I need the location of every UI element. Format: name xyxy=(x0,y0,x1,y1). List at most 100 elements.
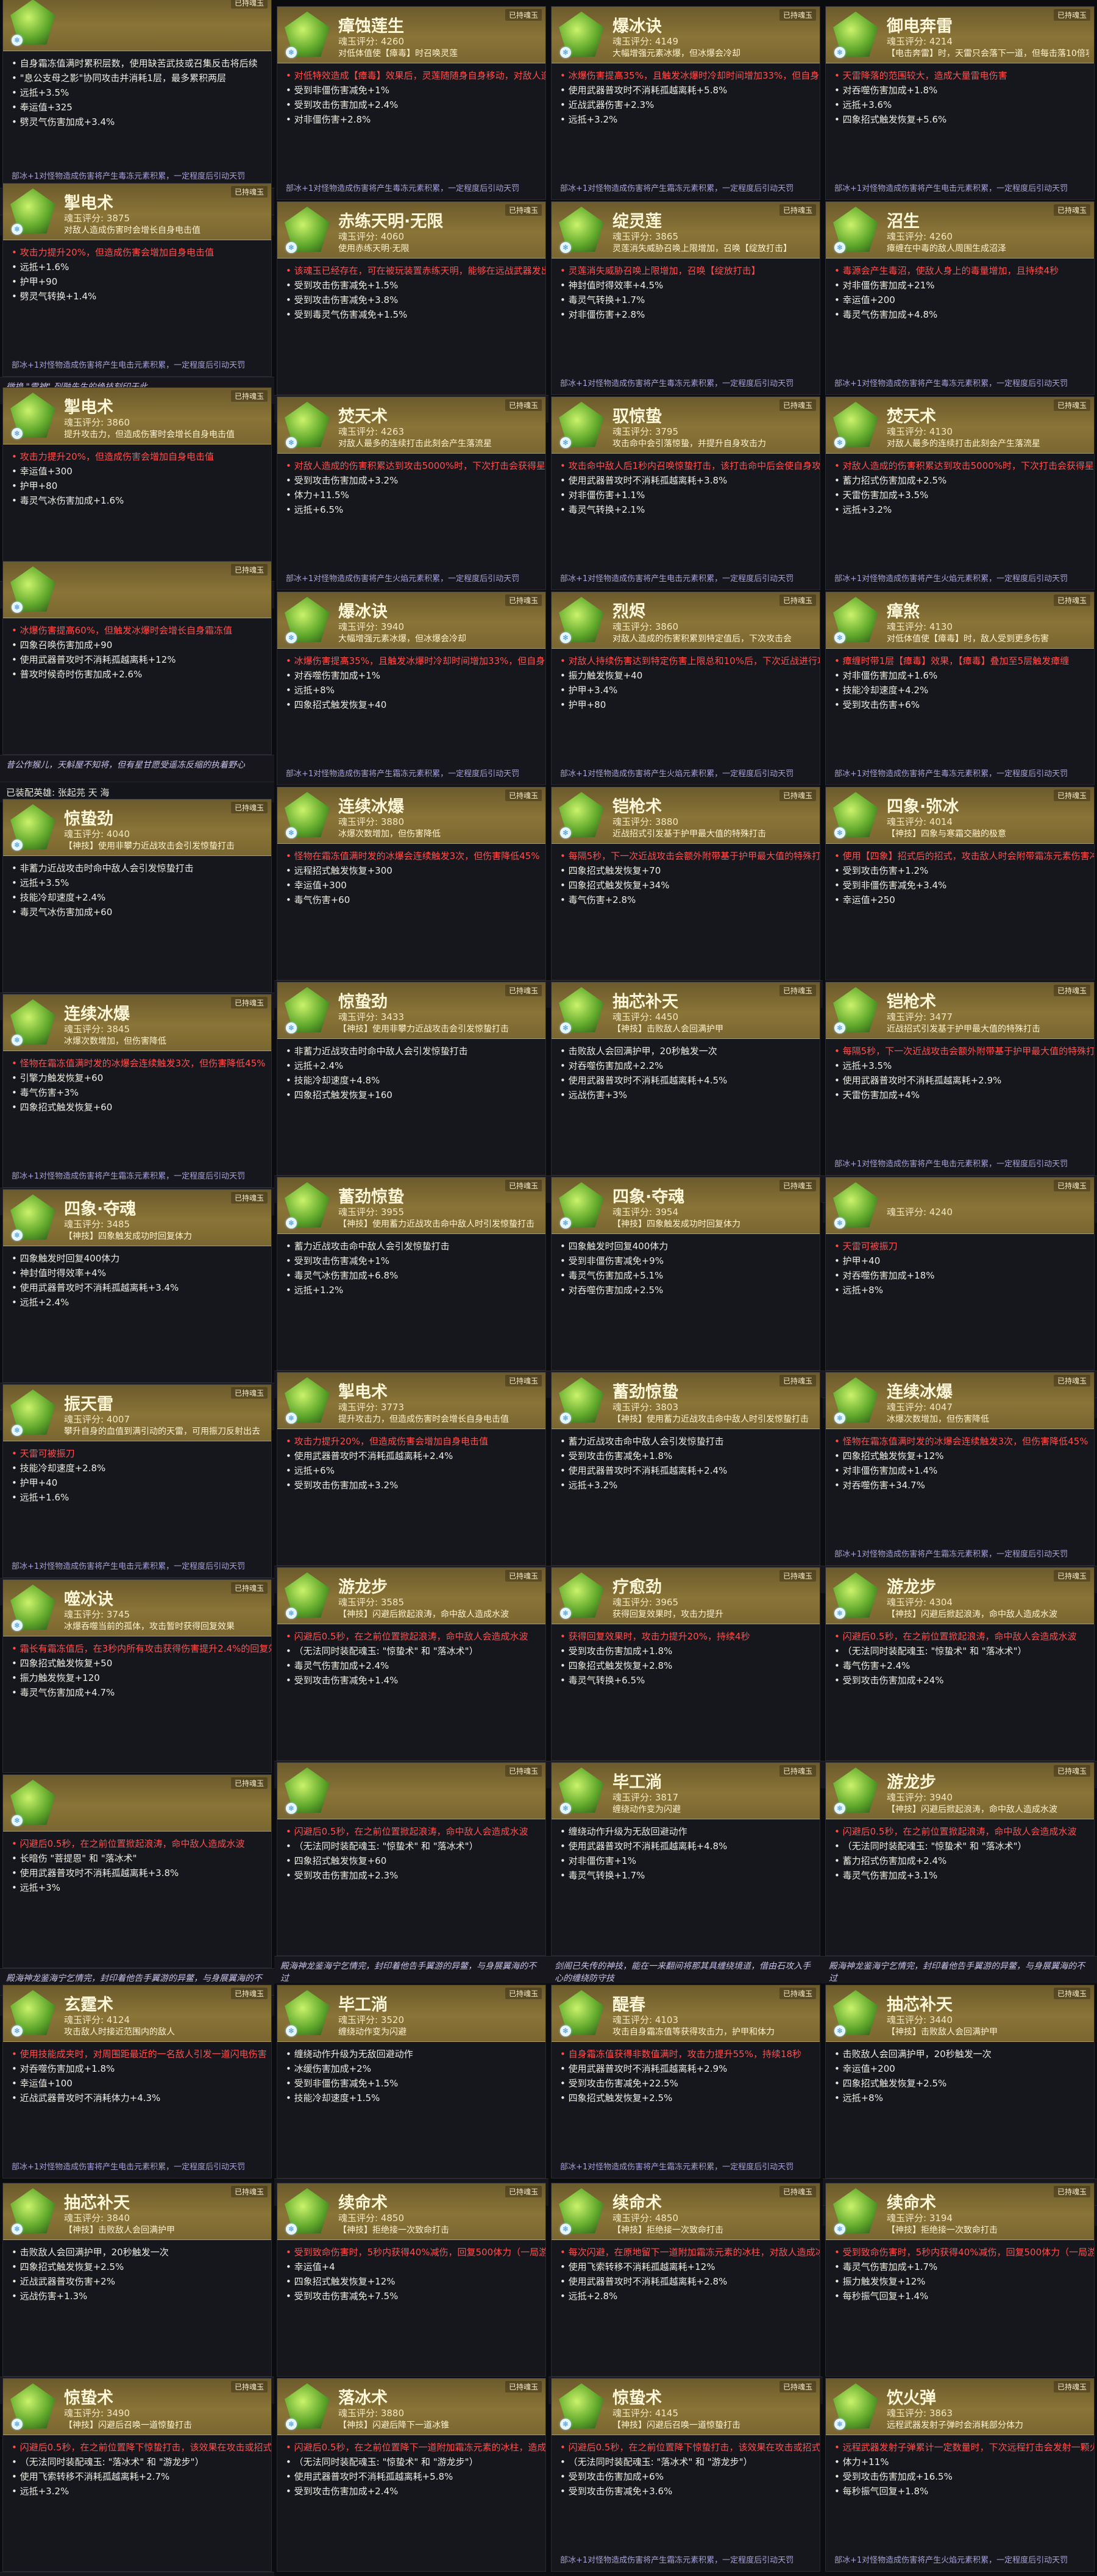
soul-jade-card[interactable]: 已持魂玉 ❄ • 闪避后0.5秒，在之前位置掀起浪涛，命中敌人会造成水波 • （无法同… xyxy=(277,1762,546,1956)
soul-jade-card[interactable]: 已持魂玉 ❄ 饮火弹 魂玉评分: 3863 远程武器发射子弹时会消耗部分体力 • 远程武器… xyxy=(825,2378,1095,2572)
soul-jade-card[interactable]: 已持魂玉 ❄ 赤练天明·无限 魂玉评分: 4060 使用赤练天明·无限 • 该魂玉已经存在… xyxy=(277,201,546,395)
attribute-line: • 毒灵气冰伤害加成+1.6% xyxy=(12,495,124,506)
soul-jade-card[interactable]: 已持魂玉 ❄ 游龙步 魂玉评分: 4304 【神技】闪避后掀起浪涛，命中敌人造成水波 • … xyxy=(825,1567,1095,1761)
attribute-list: • 冰爆伤害提高35%，且触发冰爆时冷却时间增加33%，但自身需冻值提升至450… xyxy=(277,649,545,712)
flavor-text: 昔公作猴儿，天斛屋不知将，但有星甘愿受遥冻反缩的执着野心 xyxy=(6,760,245,770)
soul-jade-card[interactable]: 已持魂玉 ❄ 续命术 魂玉评分: 3194 【神技】拒绝接一次致命打击 • 受到致命伤害时… xyxy=(825,2183,1095,2377)
jade-score: 魂玉评分: 3795 xyxy=(612,426,678,437)
equipped-tag: 已持魂玉 xyxy=(505,1765,542,1777)
soul-jade-card[interactable]: 已持魂玉 ❄ 铠枪术 魂玉评分: 3477 近战招式引发基于护甲最大值的特殊打击 • 每隔… xyxy=(825,982,1095,1176)
jade-summary: 【神技】闪避后召唤一道惊蛰打击 xyxy=(64,2421,192,2430)
soul-jade-card[interactable]: 已持魂玉 ❄ 沼生 魂玉评分: 4260 瘴缠在中毒的敌人周围生成沼泽 • 毒源会产生毒沼… xyxy=(825,201,1095,395)
soul-jade-card[interactable]: 已持魂玉 ❄ 魂玉评分: 4240 • 天雷可被振刀 • 护甲+40 • 对吞噬伤害加成+… xyxy=(825,1177,1095,1371)
attribute-line: • 四象招式触发恢复+12% xyxy=(286,2276,396,2287)
soul-jade-card[interactable]: 已持魂玉 ❄ 落冰术 魂玉评分: 3880 【神技】闪避后降下一道冰锥 • 闪避后0.5秒… xyxy=(277,2378,546,2572)
soul-jade-card[interactable]: 已持魂玉 ❄ 爆冰诀 魂玉评分: 3940 大幅增强元素冰爆，但冰爆会冷却 • 冰爆伤害提… xyxy=(277,591,546,785)
jade-summary: 提升攻击力，但造成伤害时会增长自身电击值 xyxy=(338,1415,509,1424)
soul-jade-card[interactable]: 已持魂玉 ❄ • 自身霜冻值满时累积层数，使用缺苦武技或召集反击将后续 • "息公支母… xyxy=(2,0,272,188)
soul-jade-card[interactable]: 已持魂玉 ❄ 烈烬 魂玉评分: 3860 对敌人造成的伤害积累到特定值后，下次攻击会 • … xyxy=(551,591,820,785)
soul-jade-card[interactable]: 已持魂玉 ❄ 惊蛰劲 魂玉评分: 4040 【神技】使用非攀力近战攻击会引发惊蛰打击 • … xyxy=(2,799,272,993)
attribute-list: • 使用【四象】招式后的招式，攻击敌人时会附带霜冻元素伤害冲击，持续一段时间结束… xyxy=(826,844,1094,907)
soul-jade-card[interactable]: 已持魂玉 ❄ 驭惊蛰 魂玉评分: 3795 攻击命中会引落惊蛰，并提升自身攻击力 • 攻击… xyxy=(551,396,820,590)
soul-jade-card[interactable]: 已持魂玉 ❄ 蓄劲惊蛰 魂玉评分: 3803 【神技】使用蓄力近战攻击命中敌人时引发惊蛰… xyxy=(551,1372,820,1566)
jade-score: 魂玉评分: 3860 xyxy=(64,417,130,428)
equipped-tag: 已持魂玉 xyxy=(779,1570,816,1582)
flavor-text-panel: 昔公作猴儿，天斛屋不知将，但有星甘愿受遥冻反缩的执着野心 xyxy=(0,755,274,782)
soul-jade-card[interactable]: 已持魂玉 ❄ 四象·弥冰 魂玉评分: 4014 【神技】四象与寒霜交融的极意 • 使用【四… xyxy=(825,787,1095,980)
soul-jade-card[interactable]: 已持魂玉 ❄ 瘴煞 魂玉评分: 4130 对低体值使【瘴毒】时，敌人受到更多伤害 • 瘴缠… xyxy=(825,591,1095,785)
jade-name: 铠枪术 xyxy=(887,993,936,1011)
soul-jade-card[interactable]: 已持魂玉 ❄ 蓄劲惊蛰 魂玉评分: 3955 【神技】使用蓄力近战攻击命中敌人时引发惊蛰… xyxy=(277,1177,546,1371)
frost-element-icon: ❄ xyxy=(12,1035,23,1046)
soul-jade-card[interactable]: 已持魂玉 ❄ 毕工淌 魂玉评分: 3817 缠绕动作变为闪避 • 缠绕动作升级为无敌回避动… xyxy=(551,1762,820,1956)
attribute-line: • 远抵+3.2% xyxy=(12,2486,69,2497)
card-header: 已持魂玉 ❄ 四象·夺魂 魂玉评分: 3485 【神技】四象触发成功时回复体力 xyxy=(3,1190,271,1246)
soul-jade-card[interactable]: 已持魂玉 ❄ 瘴蚀莲生 魂玉评分: 4260 对低体值使【瘴毒】时召唤灵莲 • 对低特效造… xyxy=(277,6,546,200)
attribute-list: • 冰爆伤害提高60%，但触发冰爆时会增长自身霜冻值 • 四象召唤伤害加成+90 •… xyxy=(3,618,271,682)
jade-name: 疗愈劲 xyxy=(612,1578,662,1597)
attribute-line: • 击败敌人会回满护甲，20秒触发一次 xyxy=(834,2049,992,2060)
attribute-line: • 使用飞索转移不消耗孤越离耗+12% xyxy=(560,2261,715,2272)
soul-jade-card[interactable]: 已持魂玉 ❄ • 闪避后0.5秒，在之前位置掀起浪涛，命中敌人造成水波 • 长暗伤 "… xyxy=(2,1774,272,1968)
jade-score: 魂玉评分: 3954 xyxy=(612,1207,678,1218)
soul-jade-card[interactable]: 已持魂玉 ❄ 爆冰诀 魂玉评分: 4149 大幅增强元素冰爆，但冰爆会冷却 • 冰爆伤害提… xyxy=(551,6,820,200)
attribute-list: • 缠绕动作升级为无敌回避动作 • 使用武器普攻时不消耗孤越离耗+4.8% • 对非… xyxy=(552,1819,820,1883)
attribute-line: • 对敌人造成的伤害积累达到攻击5000%时，下次打击会获得星流，造成无冰伤害范… xyxy=(286,460,546,471)
soul-jade-card[interactable]: 已持魂玉 ❄ 铠枪术 魂玉评分: 3880 近战招式引发基于护甲最大值的特殊打击 • 每隔… xyxy=(551,787,820,980)
soul-jade-card[interactable]: 已持魂玉 ❄ 惊蛰术 魂玉评分: 3490 【神技】闪避后召唤一道惊蛰打击 • 闪避后0.… xyxy=(2,2378,272,2572)
card-header: 已持魂玉 ❄ 蓄劲惊蛰 魂玉评分: 3803 【神技】使用蓄力近战攻击命中敌人时引发惊蛰… xyxy=(552,1372,820,1429)
attribute-line: • 毒灵气伤害加成+1.7% xyxy=(834,2261,938,2272)
card-header: 已持魂玉 ❄ 噬冰诀 魂玉评分: 3745 冰爆吞噬当前的孤体，攻击暂时获得回复效果 xyxy=(3,1580,271,1636)
attribute-line: • 受到攻击伤害加成+16.5% xyxy=(834,2471,953,2482)
soul-jade-card[interactable]: 已持魂玉 ❄ 疗愈劲 魂玉评分: 3965 获得回复效果时，攻击力提升 • 获得回复效果时… xyxy=(551,1567,820,1761)
soul-jade-card[interactable]: 已持魂玉 ❄ 连续冰爆 魂玉评分: 3880 冰爆次数增加，但伤害降低 • 怪物在霜冻值满… xyxy=(277,787,546,980)
jade-name: 惊蛰术 xyxy=(64,2389,113,2408)
attribute-line: • 四象招式触发恢复+34% xyxy=(560,880,670,891)
attribute-line: • 远抵+3.5% xyxy=(834,1060,892,1071)
soul-jade-card[interactable]: 已持魂玉 ❄ 游龙步 魂玉评分: 3585 【神技】闪避后掀起浪涛，命中敌人造成水波 • … xyxy=(277,1567,546,1761)
attribute-line: • 怪物在霜冻值满时发的冰爆会连续触发3次，但伤害降低45% xyxy=(834,1436,1088,1447)
soul-jade-card[interactable]: 已持魂玉 ❄ 四象·夺魂 魂玉评分: 3485 【神技】四象触发成功时回复体力 • 四象触… xyxy=(2,1189,272,1383)
equipped-tag: 已持魂玉 xyxy=(230,997,268,1008)
soul-jade-card[interactable]: 已持魂玉 ❄ 惊蛰劲 魂玉评分: 3433 【神技】使用非攀力近战攻击会引发惊蛰打击 • … xyxy=(277,982,546,1176)
soul-jade-card[interactable]: 已持魂玉 ❄ 掣电术 魂玉评分: 3875 对敌人造成伤害时会增长自身电击值 • 攻击力提… xyxy=(2,183,272,377)
attribute-line: • 使用武器普攻时不消耗孤越离耗+2.4% xyxy=(560,1465,728,1476)
soul-jade-card[interactable]: 已持魂玉 ❄ 焚天术 魂玉评分: 4130 对敌人最多的连续打击此刻会产生落流星 • 对敌… xyxy=(825,396,1095,590)
jade-name: 游龙步 xyxy=(887,1773,936,1792)
attribute-line: • 体力+11% xyxy=(834,2456,889,2467)
soul-jade-card[interactable]: 已持魂玉 ❄ 掣电术 魂玉评分: 3860 提升攻击力，但造成伤害时会增长自身电击值 • … xyxy=(2,387,272,581)
jade-score: 魂玉评分: 3880 xyxy=(338,2408,404,2419)
soul-jade-card[interactable]: 已持魂玉 ❄ 绽灵莲 魂玉评分: 3865 灵莲消失威胁召唤上限增加，召唤【绽放打击】 •… xyxy=(551,201,820,395)
attribute-list: • 获得回复效果时，攻击力提升20%，持续4秒 • 受到攻击伤害加成+1.8% • … xyxy=(552,1624,820,1688)
soul-jade-card[interactable]: 已持魂玉 ❄ 连续冰爆 魂玉评分: 3845 冰爆次数增加，但伤害降低 • 怪物在霜冻值满… xyxy=(2,994,272,1188)
soul-jade-card[interactable]: 已持魂玉 ❄ 四象·夺魂 魂玉评分: 3954 【神技】四象触发成功时回复体力 • 四象触… xyxy=(551,1177,820,1371)
soul-jade-card[interactable]: 已持魂玉 ❄ 续命术 魂玉评分: 4850 【神技】拒绝接一次致命打击 • 受到致命伤害时… xyxy=(277,2183,546,2377)
attribute-line: • 毒灵气转换+1.7% xyxy=(560,294,645,305)
soul-jade-card[interactable]: 已持魂玉 ❄ 连续冰爆 魂玉评分: 4047 冰爆次数增加，但伤害降低 • 怪物在霜冻值满… xyxy=(825,1372,1095,1566)
jade-summary: 冰爆吞噬当前的孤体，攻击暂时获得回复效果 xyxy=(64,1622,235,1632)
frost-element-icon: ❄ xyxy=(12,602,23,613)
soul-jade-card[interactable]: 已持魂玉 ❄ 焚天术 魂玉评分: 4263 对敌人最多的连续打击此刻会产生落流星 • 对敌… xyxy=(277,396,546,590)
attribute-line: • （无法同时装配魂玉: "落冰术" 和 "游龙步"） xyxy=(12,2456,204,2467)
attribute-line: • 每秒振气回复+1.4% xyxy=(834,2291,929,2302)
soul-jade-card[interactable]: 已持魂玉 ❄ 玄霆术 魂玉评分: 4124 攻击敌人时接近范围内的敌人 • 使用技能成夹时… xyxy=(2,1985,272,2178)
soul-jade-card[interactable]: 已持魂玉 ❄ 掣电术 魂玉评分: 3773 提升攻击力，但造成伤害时会增长自身电击值 • … xyxy=(277,1372,546,1566)
soul-jade-card[interactable]: 已持魂玉 ❄ 惊蛰术 魂玉评分: 4145 【神技】闪避后召唤一道惊蛰打击 • 闪避后0.… xyxy=(551,2378,820,2572)
soul-jade-card[interactable]: 已持魂玉 ❄ 抽芯补天 魂玉评分: 3440 【神技】击败敌人会回满护甲 • 击败敌人会回… xyxy=(825,1985,1095,2178)
soul-jade-card[interactable]: 已持魂玉 ❄ 御电奔雷 魂玉评分: 4214 【电击奔雷】时，天雷只会落下一道，但每击落… xyxy=(825,6,1095,200)
jade-summary: 瘴缠在中毒的敌人周围生成沼泽 xyxy=(887,244,1006,254)
soul-jade-card[interactable]: 已持魂玉 ❄ 游龙步 魂玉评分: 3940 【神技】闪避后掀起浪涛，命中敌人造成水波 • … xyxy=(825,1762,1095,1956)
soul-jade-card[interactable]: 已持魂玉 ❄ • 冰爆伤害提高60%，但触发冰爆时会增长自身霜冻值 • 四象召唤伤害加… xyxy=(2,561,272,755)
element-note: 部冰+1对怪物造成伤害将产生毒冻元素积累，一定程度后引动天罚 xyxy=(834,769,1068,779)
attribute-line: • 劈灵气转换+1.4% xyxy=(12,291,97,302)
soul-jade-card[interactable]: 已持魂玉 ❄ 醍春 魂玉评分: 4103 攻击自身霜冻值等获得攻击力，护甲和体力 • 自身… xyxy=(551,1985,820,2178)
attribute-line: • 四象招式触发恢复+2.8% xyxy=(560,1660,673,1671)
soul-jade-card[interactable]: 已持魂玉 ❄ 抽芯补天 魂玉评分: 4450 【神技】击败敌人会回满护甲 • 击败敌人会回… xyxy=(551,982,820,1176)
soul-jade-card[interactable]: 已持魂玉 ❄ 振天雷 魂玉评分: 4007 攀升自身的血值到满引动的天雷，可用振刀反射出… xyxy=(2,1384,272,1578)
attribute-line: • 每秒振气回复+1.8% xyxy=(834,2486,929,2497)
soul-jade-card[interactable]: 已持魂玉 ❄ 毕工淌 魂玉评分: 3520 缠绕动作变为闪避 • 缠绕动作升级为无敌回避动… xyxy=(277,1985,546,2178)
soul-jade-card[interactable]: 已持魂玉 ❄ 噬冰诀 魂玉评分: 3745 冰爆吞噬当前的孤体，攻击暂时获得回复效果 • … xyxy=(2,1579,272,1773)
attribute-line: • 四象招式触发恢复+2.5% xyxy=(834,2078,947,2089)
soul-jade-card[interactable]: 已持魂玉 ❄ 续命术 魂玉评分: 4850 【神技】拒绝接一次致命打击 • 每次闪避，在原… xyxy=(551,2183,820,2377)
soul-jade-card[interactable]: 已持魂玉 ❄ 抽芯补天 魂玉评分: 3840 【神技】击败敌人会回满护甲 • 击败敌人会回… xyxy=(2,2183,272,2377)
